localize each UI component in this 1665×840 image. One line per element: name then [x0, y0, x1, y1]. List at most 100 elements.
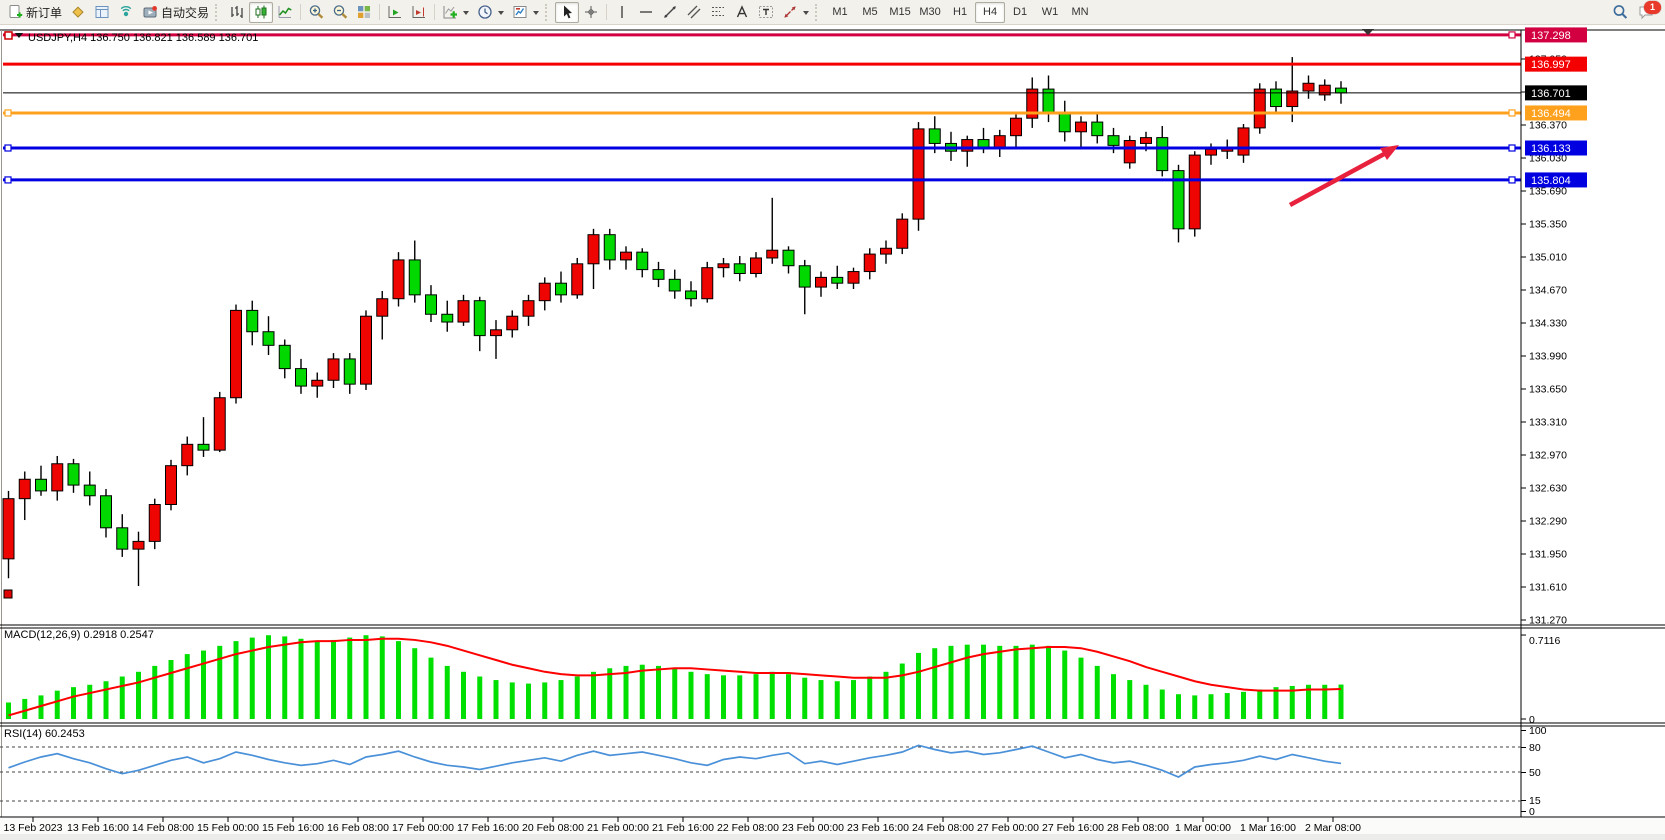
signals-button[interactable]: [114, 2, 138, 23]
line-anchor[interactable]: [5, 145, 11, 151]
timeframe-h4-button[interactable]: H4: [975, 2, 1005, 23]
bear-candle: [978, 140, 989, 148]
timeframe-m30-button[interactable]: M30: [915, 2, 945, 23]
bear-candle: [409, 260, 420, 295]
macd-bar: [1241, 692, 1246, 719]
price-tick-label: 131.270: [1529, 615, 1567, 627]
price-tick-label: 133.990: [1529, 350, 1567, 362]
candlestick-chart-button[interactable]: [249, 2, 273, 23]
macd-bar: [770, 672, 775, 719]
time-axis[interactable]: 13 Feb 202313 Feb 16:0014 Feb 08:0015 Fe…: [0, 817, 1665, 840]
text-button[interactable]: [730, 2, 754, 23]
search-button[interactable]: [1608, 2, 1632, 23]
price-tick-label: 134.330: [1529, 317, 1567, 329]
line-anchor[interactable]: [5, 177, 11, 183]
bull-candle: [848, 272, 859, 284]
bull-candle: [231, 310, 242, 397]
macd-bar: [997, 646, 1002, 719]
bear-candle: [68, 464, 79, 485]
tile-windows-button[interactable]: [352, 2, 376, 23]
timeframe-h1-button[interactable]: H1: [945, 2, 975, 23]
bull-candle: [864, 254, 875, 271]
chart-window[interactable]: USDJPY,H4 136.750 136.821 136.589 136.70…: [0, 24, 1665, 840]
horizontal-line-button[interactable]: [634, 2, 658, 23]
macd-bar: [867, 677, 872, 719]
bull-candle: [816, 277, 827, 287]
time-tick-label: 15 Feb 16:00: [262, 822, 324, 834]
bull-candle: [1189, 155, 1200, 229]
price-badge-label: 135.804: [1531, 175, 1571, 187]
bear-candle: [669, 279, 680, 291]
timeframe-mn-button[interactable]: MN: [1065, 2, 1095, 23]
timeframe-m15-button[interactable]: M15: [885, 2, 915, 23]
auto-trading-button[interactable]: 自动交易: [138, 2, 213, 23]
rsi-tick-label: 50: [1529, 767, 1541, 779]
fibonacci-button[interactable]: [706, 2, 730, 23]
macd-bar: [575, 677, 580, 719]
macd-bar: [949, 646, 954, 719]
macd-bar: [364, 635, 369, 719]
vertical-line-button[interactable]: [610, 2, 634, 23]
equidistant-channel-icon: [686, 4, 702, 20]
journal-button[interactable]: [66, 2, 90, 23]
macd-bar: [1209, 694, 1214, 719]
line-anchor[interactable]: [1509, 32, 1515, 38]
arrows-button[interactable]: [778, 2, 813, 23]
macd-bar: [1046, 646, 1051, 719]
macd-bar: [510, 682, 515, 719]
indicators-button[interactable]: [438, 2, 473, 23]
timeframe-m5-button[interactable]: M5: [855, 2, 885, 23]
trendline-button[interactable]: [658, 2, 682, 23]
new-order-button[interactable]: 新订单: [3, 2, 66, 23]
bear-candle: [734, 264, 745, 274]
templates-button[interactable]: [508, 2, 543, 23]
tile-windows-icon: [356, 4, 372, 20]
timeframe-m1-button[interactable]: M1: [825, 2, 855, 23]
zoom-in-button[interactable]: [304, 2, 328, 23]
price-tick-label: 134.670: [1529, 284, 1567, 296]
bear-candle: [929, 129, 940, 144]
price-badge-label: 137.298: [1531, 30, 1571, 42]
cursor-button[interactable]: [555, 2, 579, 23]
object-anchor[interactable]: [4, 590, 12, 598]
symbol-marker: [5, 32, 12, 39]
chevron-down-icon: [463, 11, 469, 18]
crosshair-button[interactable]: [579, 2, 603, 23]
line-anchor[interactable]: [1509, 177, 1515, 183]
time-tick-label: 20 Feb 08:00: [522, 822, 584, 834]
market-watch-button[interactable]: [90, 2, 114, 23]
time-tick-label: 23 Feb 00:00: [782, 822, 844, 834]
new-order-icon: [7, 4, 23, 20]
timeframe-w1-button[interactable]: W1: [1035, 2, 1065, 23]
bull-candle: [1319, 85, 1330, 95]
macd-bar: [185, 654, 190, 719]
macd-bar: [591, 672, 596, 719]
zoom-out-button[interactable]: [328, 2, 352, 23]
text-label-button[interactable]: [754, 2, 778, 23]
market-watch-icon: [94, 4, 110, 20]
notifications-button[interactable]: 1: [1634, 2, 1658, 23]
channel-button[interactable]: [682, 2, 706, 23]
bear-candle: [36, 479, 47, 491]
macd-bar: [1176, 694, 1181, 719]
chart-shift-button[interactable]: [407, 2, 431, 23]
bar-chart-button[interactable]: [225, 2, 249, 23]
timeframe-d1-button[interactable]: D1: [1005, 2, 1035, 23]
bear-candle: [117, 528, 128, 549]
line-chart-button[interactable]: [273, 2, 297, 23]
bull-candle: [751, 258, 762, 274]
new-order-label: 新订单: [26, 4, 62, 21]
line-anchor[interactable]: [5, 110, 11, 116]
indicators-icon: [442, 4, 458, 20]
macd-bar: [71, 687, 76, 719]
auto-scroll-button[interactable]: [383, 2, 407, 23]
macd-bar: [526, 684, 531, 719]
line-anchor[interactable]: [1509, 110, 1515, 116]
bull-candle: [994, 136, 1005, 148]
periods-button[interactable]: [473, 2, 508, 23]
macd-bar: [1192, 695, 1197, 719]
macd-bar: [136, 672, 141, 719]
line-anchor[interactable]: [1509, 145, 1515, 151]
price-chart[interactable]: USDJPY,H4 136.750 136.821 136.589 136.70…: [0, 24, 1665, 840]
macd-bar: [299, 639, 304, 719]
